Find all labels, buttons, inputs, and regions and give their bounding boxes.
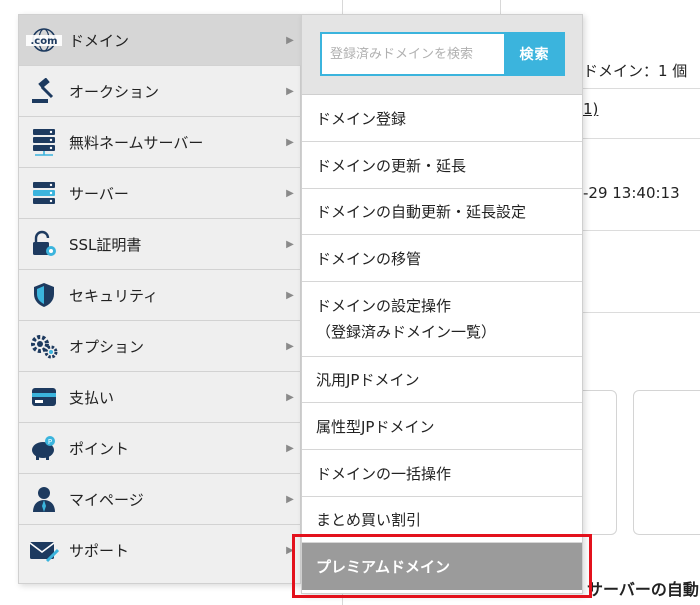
submenu-item-label: ドメイン登録 [316, 109, 407, 128]
datetime-text: -29 13:40:13 [583, 184, 680, 202]
main-menu: .com ドメイン ▶ オークション ▶ 無料ネームサーバー ▶ サーバー ▶ … [18, 14, 302, 584]
menu-item-point[interactable]: P ポイント ▶ [19, 423, 302, 474]
bg-row-line [583, 88, 700, 89]
menu-item-label: 支払い [69, 388, 115, 407]
submenu-item-sublabel: （登録済みドメイン一覧） [316, 323, 497, 341]
menu-item-label: オプション [69, 337, 145, 356]
chevron-right-icon: ▶ [286, 493, 294, 505]
bg-row-line [583, 312, 700, 313]
menu-item-support[interactable]: サポート ▶ [19, 525, 302, 576]
name-server-icon [19, 117, 69, 168]
submenu-item-domain-renew[interactable]: ドメインの更新・延長 [302, 142, 582, 189]
chevron-right-icon: ▶ [286, 187, 294, 199]
menu-item-label: 無料ネームサーバー [69, 133, 204, 152]
submenu-item-attribute-jp[interactable]: 属性型JPドメイン [302, 403, 582, 450]
chevron-right-icon: ▶ [286, 391, 294, 403]
bg-row-line [583, 138, 700, 139]
piggy-bank-icon: P [19, 423, 69, 474]
menu-item-label: セキュリティ [69, 286, 159, 305]
menu-item-auction[interactable]: オークション ▶ [19, 66, 302, 117]
menu-item-label: SSL証明書 [69, 235, 142, 254]
submenu-item-label: ドメインの移管 [316, 249, 422, 268]
bg-section-heading: サーバーの自動 [587, 580, 699, 599]
submenu-item-general-jp[interactable]: 汎用JPドメイン [302, 357, 582, 403]
menu-item-label: ポイント [69, 439, 130, 458]
menu-item-ssl[interactable]: SSL証明書 ▶ [19, 219, 302, 270]
submenu-item-label: 汎用JPドメイン [316, 371, 420, 389]
submenu-item-auto-renew[interactable]: ドメインの自動更新・延長設定 [302, 189, 582, 235]
menu-item-free-name-server[interactable]: 無料ネームサーバー ▶ [19, 117, 302, 168]
submenu-item-label: まとめ買い割引 [316, 511, 422, 529]
menu-item-label: ドメイン [69, 31, 130, 50]
submenu-item-domain-settings[interactable]: ドメインの設定操作 （登録済みドメイン一覧） [302, 282, 582, 357]
bg-card [633, 390, 700, 535]
chevron-right-icon: ▶ [286, 289, 294, 301]
menu-item-label: オークション [69, 82, 160, 101]
chevron-right-icon: ▶ [286, 34, 294, 46]
ssl-lock-icon [19, 219, 69, 270]
submenu-item-label: ドメインの設定操作 [316, 297, 452, 315]
menu-item-server[interactable]: サーバー ▶ [19, 168, 302, 219]
search-button[interactable]: 検索 [504, 32, 565, 76]
submenu-item-label: ドメインの自動更新・延長設定 [316, 203, 527, 221]
chevron-right-icon: ▶ [286, 238, 294, 250]
menu-item-label: マイページ [69, 490, 144, 509]
domain-search-area: 検索 [302, 15, 582, 95]
gavel-icon [19, 66, 69, 117]
server-icon [19, 168, 69, 219]
dotcom-icon: .com [19, 15, 69, 66]
chevron-right-icon: ▶ [286, 136, 294, 148]
submenu-item-bulk-operation[interactable]: ドメインの一括操作 [302, 450, 582, 497]
submenu-item-label: 属性型JPドメイン [316, 417, 435, 436]
highlight-annotation [292, 534, 592, 598]
menu-item-label: サポート [69, 542, 130, 560]
shield-icon [19, 270, 69, 321]
menu-item-payment[interactable]: 支払い ▶ [19, 372, 302, 423]
wallet-icon [19, 372, 69, 423]
svg-text:.com: .com [30, 36, 57, 47]
domain-list-link[interactable]: 1) [583, 100, 598, 118]
menu-item-label: サーバー [69, 184, 129, 203]
chevron-right-icon: ▶ [286, 85, 294, 97]
domain-search-input[interactable] [320, 32, 504, 76]
menu-item-option[interactable]: オプション ▶ [19, 321, 302, 372]
svg-text:P: P [48, 438, 52, 446]
gears-icon [19, 321, 69, 372]
bg-row-line [583, 230, 700, 231]
chevron-right-icon: ▶ [286, 442, 294, 454]
submenu-item-label: ドメインの一括操作 [316, 464, 452, 483]
domain-count-text: ドメイン：1 個 [583, 62, 688, 80]
chevron-right-icon: ▶ [286, 340, 294, 352]
submenu-item-label: ドメインの更新・延長 [316, 156, 467, 175]
menu-item-domain[interactable]: .com ドメイン ▶ [19, 15, 302, 66]
menu-item-security[interactable]: セキュリティ ▶ [19, 270, 302, 321]
mail-icon [19, 525, 69, 576]
submenu-item-domain-register[interactable]: ドメイン登録 [302, 95, 582, 142]
menu-item-mypage[interactable]: マイページ ▶ [19, 474, 302, 525]
domain-submenu: 検索 ドメイン登録 ドメインの更新・延長 ドメインの自動更新・延長設定 ドメイン… [301, 14, 583, 594]
user-icon [19, 474, 69, 525]
submenu-item-domain-transfer[interactable]: ドメインの移管 [302, 235, 582, 282]
